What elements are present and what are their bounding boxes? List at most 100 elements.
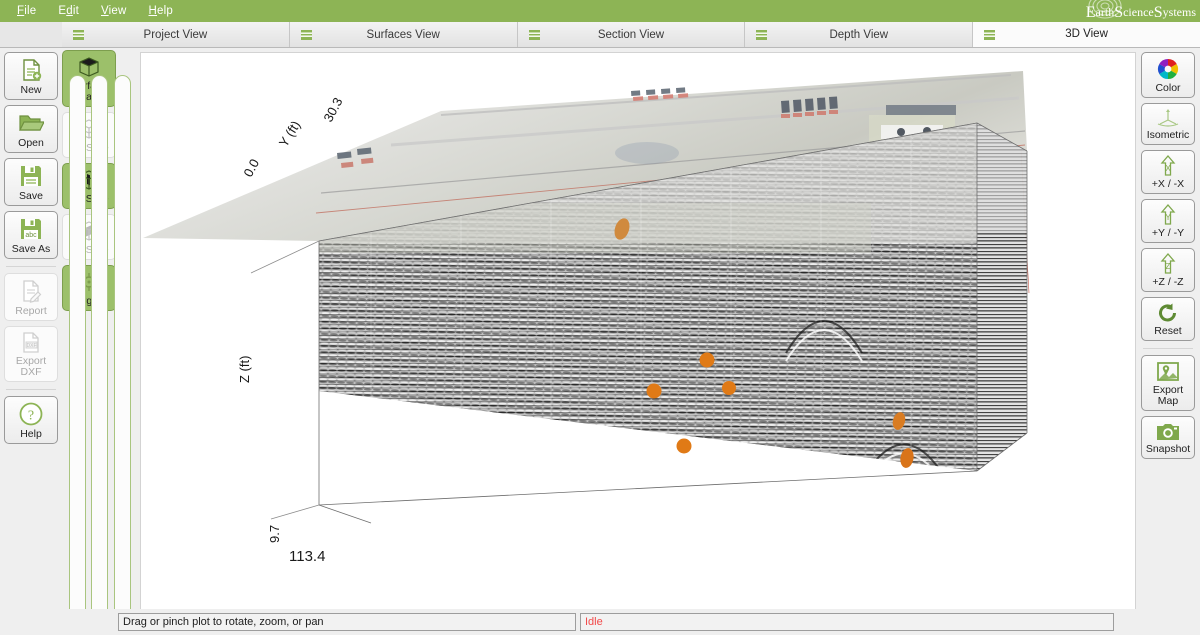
floppy-disk-icon xyxy=(21,166,41,186)
logo-cience: cience xyxy=(1123,5,1154,19)
button-label: New xyxy=(20,84,42,96)
isometric-button[interactable]: Isometric xyxy=(1141,103,1195,145)
view-tab-icon xyxy=(756,30,768,40)
svg-text:?: ? xyxy=(28,409,34,424)
svg-text:DXF: DXF xyxy=(27,343,37,349)
button-label: Save As xyxy=(11,243,51,255)
slider-track[interactable] xyxy=(91,75,109,635)
button-label: Export Map xyxy=(1152,384,1184,407)
tab-label: Section View xyxy=(597,28,665,41)
toolbar-separator xyxy=(1143,348,1193,349)
button-label: Open xyxy=(18,137,44,149)
tick-z-max: 9.7 xyxy=(267,525,282,543)
axis-label-z: Z (ft) xyxy=(237,356,252,383)
help-button[interactable]: ? Help xyxy=(4,396,58,444)
snapshot-button[interactable]: Snapshot xyxy=(1141,416,1195,459)
button-label: Export DXF xyxy=(15,355,47,378)
button-label: +Y / -Y xyxy=(1151,227,1185,239)
tab-surfaces-view[interactable]: Surfaces View xyxy=(289,22,518,47)
svg-text:Y: Y xyxy=(1165,213,1171,222)
3d-plot-canvas[interactable]: Y (ft) 0.0 30.3 Z (ft) 9.7 113.4 X (ft) xyxy=(140,52,1136,635)
menu-item-edit[interactable]: Edit xyxy=(47,0,90,22)
tab-label: Depth View xyxy=(829,28,889,41)
reset-button[interactable]: Reset xyxy=(1141,297,1195,341)
button-label: Isometric xyxy=(1146,129,1190,141)
view-control-toolbar: Color Isometric X +X / -X Y +Y / -Y Z +Z… xyxy=(1138,48,1200,635)
svg-text:abc: abc xyxy=(25,232,37,239)
report-button[interactable]: Report xyxy=(4,273,58,321)
isometric-axes-icon xyxy=(1157,109,1179,127)
svg-text:X: X xyxy=(1165,164,1171,173)
tab-label: Surfaces View xyxy=(366,28,440,41)
logo-ystems: ystems xyxy=(1162,5,1196,19)
report-pencil-icon xyxy=(23,280,42,303)
slice-controls: Surface Image XY Slice XZ Slice YZ Slice… xyxy=(62,48,140,635)
tab-label: 3D View xyxy=(1065,28,1108,40)
export-map-pin-icon xyxy=(1157,362,1179,381)
slider-y[interactable] xyxy=(91,75,109,635)
view-tab-icon xyxy=(984,30,996,40)
save-button[interactable]: Save xyxy=(4,158,58,206)
tab-label: Project View xyxy=(143,28,208,41)
export-map-button[interactable]: Export Map xyxy=(1141,355,1195,411)
view-tab-icon xyxy=(300,30,312,40)
button-label: Report xyxy=(15,305,47,317)
plot-column: Y (ft) 0.0 30.3 Z (ft) 9.7 113.4 X (ft) xyxy=(140,48,1138,635)
dxf-file-icon: DXF xyxy=(23,332,39,353)
arrow-y-icon: Y xyxy=(1160,204,1176,225)
color-wheel-icon xyxy=(1157,58,1179,80)
tab-depth-view[interactable]: Depth View xyxy=(745,22,974,47)
tick-y-min: 0.0 xyxy=(240,156,262,179)
slider-track[interactable] xyxy=(68,75,86,635)
menu-item-view[interactable]: View xyxy=(90,0,138,22)
arrow-x-icon: X xyxy=(1160,155,1176,176)
toolbar-separator xyxy=(6,389,56,390)
status-bar: Drag or pinch plot to rotate, zoom, or p… xyxy=(0,609,1200,635)
camera-icon xyxy=(1157,424,1179,440)
save-as-button[interactable]: abc Save As xyxy=(4,211,58,259)
menu-bar: File Edit View Help E arth S cience S ys… xyxy=(0,0,1200,22)
3d-scene: Y (ft) 0.0 30.3 Z (ft) 9.7 113.4 X (ft) xyxy=(143,71,1030,633)
button-label: +Z / -Z xyxy=(1152,276,1184,288)
status-hint-field: Drag or pinch plot to rotate, zoom, or p… xyxy=(118,613,576,631)
button-label: Reset xyxy=(1154,325,1182,337)
tab-section-view[interactable]: Section View xyxy=(517,22,746,47)
new-button[interactable]: New xyxy=(4,52,58,100)
slider-z[interactable] xyxy=(114,75,132,635)
question-circle-icon: ? xyxy=(19,402,43,426)
tab-project-view[interactable]: Project View xyxy=(62,22,290,47)
status-state-field: Idle xyxy=(580,613,1114,631)
menu-item-help[interactable]: Help xyxy=(138,0,184,22)
open-button[interactable]: Open xyxy=(4,105,58,153)
axis-z-button[interactable]: Z +Z / -Z xyxy=(1141,248,1195,292)
slider-track[interactable] xyxy=(114,75,132,635)
tab-3d-view[interactable]: 3D View xyxy=(973,22,1200,47)
export-dxf-button[interactable]: DXF Export DXF xyxy=(4,326,58,382)
file-toolbar: New Open Save abc Save As Report DXF Exp… xyxy=(0,48,62,635)
reset-arrow-icon xyxy=(1159,303,1176,322)
svg-text:Z: Z xyxy=(1166,262,1171,271)
new-document-icon xyxy=(23,59,42,81)
axis-x-button[interactable]: X +X / -X xyxy=(1141,150,1195,194)
button-label: Color xyxy=(1155,82,1181,94)
view-tab-icon xyxy=(528,30,540,40)
button-label: Snapshot xyxy=(1145,443,1191,455)
axis-y-button[interactable]: Y +Y / -Y xyxy=(1141,199,1195,243)
color-button[interactable]: Color xyxy=(1141,52,1195,98)
open-folder-icon xyxy=(19,115,44,131)
button-label: +X / -X xyxy=(1151,178,1185,190)
main-area: New Open Save abc Save As Report DXF Exp… xyxy=(0,48,1200,635)
button-label: Help xyxy=(20,428,42,440)
tick-y-max: 30.3 xyxy=(320,95,345,124)
ripple-wave-icon xyxy=(1088,0,1122,19)
logo-s2: S xyxy=(1153,4,1163,21)
tick-x-max: 113.4 xyxy=(289,548,325,565)
button-label: Save xyxy=(19,190,43,202)
app-logo: E arth S cience S ystems xyxy=(1086,0,1196,22)
menu-item-file[interactable]: File xyxy=(6,0,47,22)
toolbar-separator xyxy=(6,266,56,267)
view-tab-icon xyxy=(73,30,84,40)
floppy-disk-abc-icon: abc xyxy=(21,219,41,239)
slider-x[interactable] xyxy=(68,75,86,635)
arrow-z-icon: Z xyxy=(1160,253,1176,274)
